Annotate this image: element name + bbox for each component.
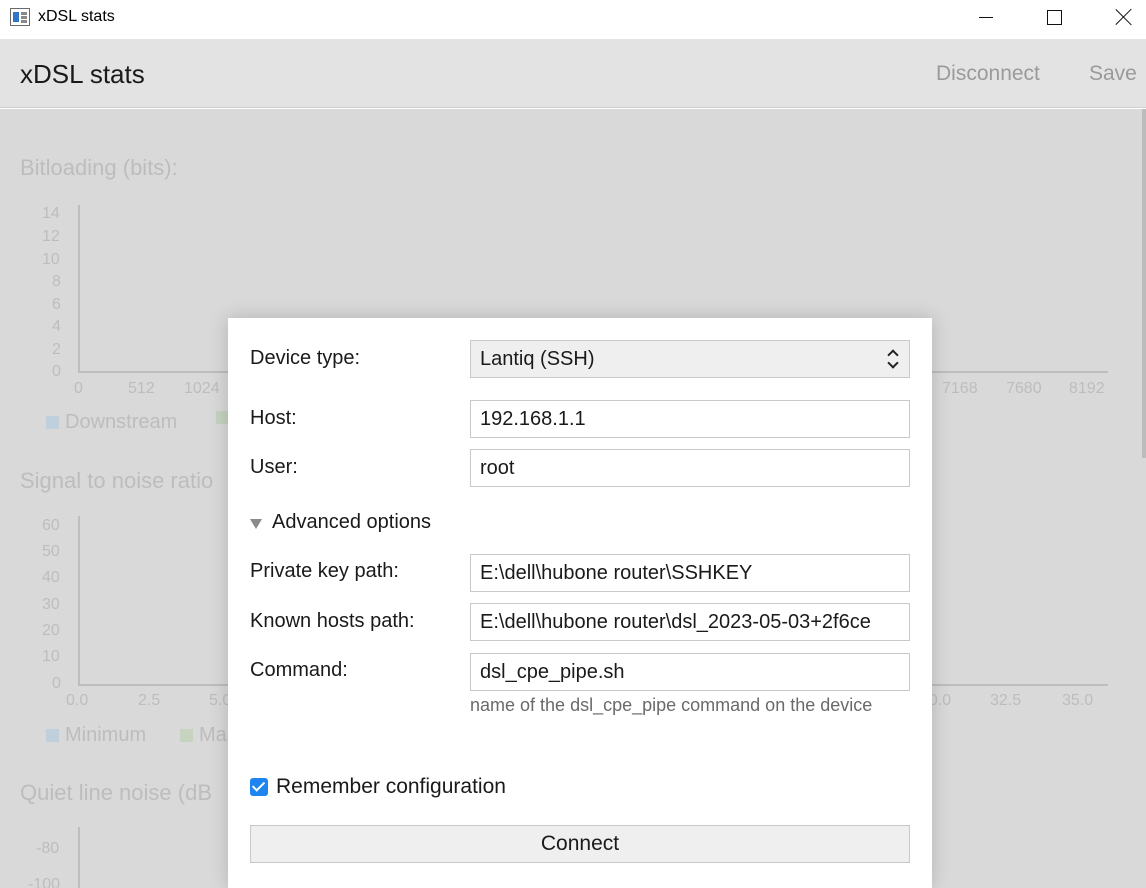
maximize-button[interactable]: [1024, 0, 1084, 34]
bitloading-y-tick: 10: [42, 251, 60, 268]
known-hosts-input[interactable]: E:\dell\hubone router\dsl_2023-05-03+2f6…: [470, 603, 910, 641]
bitloading-x-tick: 512: [128, 380, 155, 397]
snr-x-tick: 35.0: [1062, 692, 1094, 709]
qln-title: Quiet line noise (dB: [20, 780, 212, 805]
bitloading-y-tick: 14: [42, 205, 60, 222]
bitloading-y-tick: 0: [52, 363, 61, 380]
snr-y-tick: 0: [52, 675, 61, 692]
snr-y-axis: [78, 516, 80, 686]
snr-y-tick: 10: [42, 648, 60, 665]
connection-dialog: Device type: Lantiq (SSH) Host: 192.168.…: [228, 318, 932, 888]
snr-legend-item: Minimum: [46, 724, 146, 747]
bitloading-title: Bitloading (bits):: [20, 155, 178, 180]
bitloading-x-tick: 8192: [1069, 380, 1105, 397]
os-title-bar: xDSL stats: [0, 0, 1146, 38]
bitloading-x-tick: 0: [74, 380, 83, 397]
legend-swatch: [180, 729, 193, 742]
scrollbar[interactable]: [1142, 109, 1146, 458]
maximize-icon: [1046, 9, 1062, 25]
legend-label: Ma: [199, 724, 227, 746]
app-icon: [10, 8, 30, 26]
bitloading-y-tick: 12: [42, 228, 60, 245]
user-label: User:: [250, 456, 298, 478]
user-input[interactable]: root: [470, 449, 910, 487]
app-header: xDSL stats Disconnect Save: [0, 39, 1146, 108]
app-title: xDSL stats: [20, 59, 145, 89]
command-hint: name of the dsl_cpe_pipe command on the …: [470, 695, 873, 715]
snr-x-tick: 0.0: [66, 692, 89, 709]
snr-y-tick: 40: [42, 569, 60, 586]
triangle-down-icon: [250, 518, 262, 529]
snr-y-tick: 30: [42, 596, 60, 613]
snr-x-tick: 32.5: [990, 692, 1022, 709]
disconnect-button[interactable]: Disconnect: [936, 62, 1040, 86]
qln-y-tick: -80: [36, 840, 60, 857]
bitloading-y-tick: 8: [52, 273, 61, 290]
host-label: Host:: [250, 407, 297, 429]
legend-swatch: [46, 729, 59, 742]
close-button[interactable]: [1094, 0, 1146, 34]
qln-y-tick: -100: [28, 876, 61, 888]
bitloading-y-tick: 2: [52, 341, 61, 358]
qln-y-axis: [78, 827, 80, 888]
window-title: xDSL stats: [38, 8, 115, 25]
snr-y-tick: 20: [42, 622, 60, 639]
snr-y-tick: 50: [42, 543, 60, 560]
private-key-label: Private key path:: [250, 560, 399, 582]
snr-y-tick: 60: [42, 517, 60, 534]
remember-checkbox[interactable]: [250, 778, 268, 796]
device-type-value: Lantiq (SSH): [480, 348, 595, 370]
bitloading-x-tick: 7168: [942, 380, 978, 397]
advanced-options-toggle[interactable]: Advanced options: [250, 511, 431, 534]
command-label: Command:: [250, 659, 348, 681]
bitloading-y-tick: 6: [52, 296, 61, 313]
save-button[interactable]: Save: [1089, 62, 1137, 86]
bitloading-legend-item: Downstream: [46, 411, 177, 434]
remember-config-toggle[interactable]: Remember configuration: [250, 775, 506, 799]
remember-label: Remember configuration: [276, 775, 506, 798]
close-icon: [1115, 8, 1133, 26]
bitloading-y-tick: 4: [52, 318, 61, 335]
minimize-icon: [979, 16, 993, 18]
device-type-select[interactable]: Lantiq (SSH): [470, 340, 910, 378]
app-window: xDSL stats xDSL stats Disconnect Save Bi…: [0, 0, 1146, 888]
chevron-updown-icon: [887, 348, 899, 370]
legend-label: Minimum: [65, 724, 147, 746]
minimize-button[interactable]: [956, 0, 1016, 34]
private-key-input[interactable]: E:\dell\hubone router\SSHKEY: [470, 554, 910, 592]
command-input[interactable]: dsl_cpe_pipe.sh: [470, 653, 910, 691]
advanced-options-label: Advanced options: [272, 511, 432, 533]
bitloading-y-axis: [78, 205, 80, 373]
known-hosts-label: Known hosts path:: [250, 610, 415, 632]
connect-button[interactable]: Connect: [250, 825, 910, 863]
bitloading-x-tick: 7680: [1006, 380, 1042, 397]
legend-swatch: [46, 416, 59, 429]
bitloading-x-tick: 1024: [184, 380, 220, 397]
snr-legend-item: Ma: [180, 724, 227, 747]
device-type-label: Device type:: [250, 347, 361, 369]
host-input[interactable]: 192.168.1.1: [470, 400, 910, 438]
snr-x-tick: 2.5: [138, 692, 161, 709]
legend-label: Downstream: [65, 411, 178, 433]
snr-title: Signal to noise ratio: [20, 468, 214, 493]
